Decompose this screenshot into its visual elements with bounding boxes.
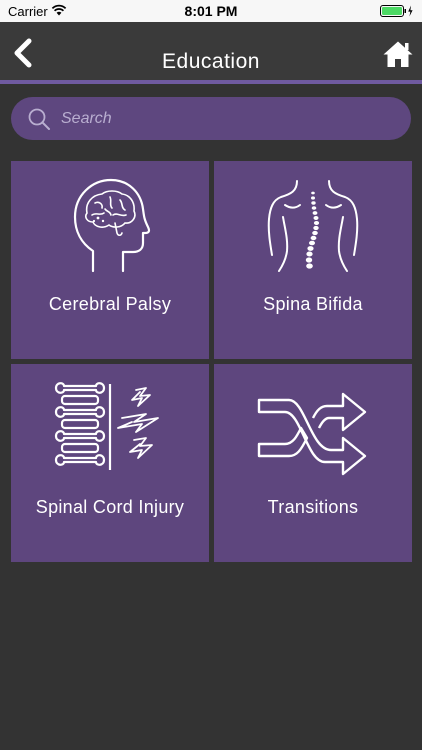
- status-bar: Carrier 8:01 PM: [0, 0, 422, 22]
- home-button[interactable]: [380, 36, 416, 72]
- tile-spina-bifida[interactable]: Spina Bifida: [214, 161, 412, 359]
- vertebrae-lightning-icon: [54, 382, 159, 470]
- brain-head-icon: [73, 178, 151, 273]
- home-icon: [383, 41, 413, 67]
- charging-bolt-icon: [408, 5, 413, 17]
- tile-label: Spina Bifida: [263, 294, 363, 314]
- tile-transitions[interactable]: Transitions: [214, 364, 412, 562]
- shuffle-arrows-icon: [257, 392, 367, 476]
- page-title: Education: [162, 50, 260, 73]
- tile-label: Cerebral Palsy: [48, 294, 172, 314]
- tile-label: Transitions: [267, 497, 359, 517]
- search-input[interactable]: [61, 97, 391, 140]
- tile-label: Spinal Cord Injury: [35, 497, 185, 517]
- tile-spinal-cord-injury[interactable]: Spinal Cord Injury: [11, 364, 209, 562]
- search-icon: [27, 107, 51, 136]
- status-time: 8:01 PM: [184, 3, 238, 19]
- tile-cerebral-palsy[interactable]: Cerebral Palsy: [11, 161, 209, 359]
- header-bar: Education: [0, 22, 422, 84]
- search-bar[interactable]: [11, 97, 411, 140]
- spine-back-icon: [267, 180, 359, 272]
- battery-icon: [380, 5, 414, 20]
